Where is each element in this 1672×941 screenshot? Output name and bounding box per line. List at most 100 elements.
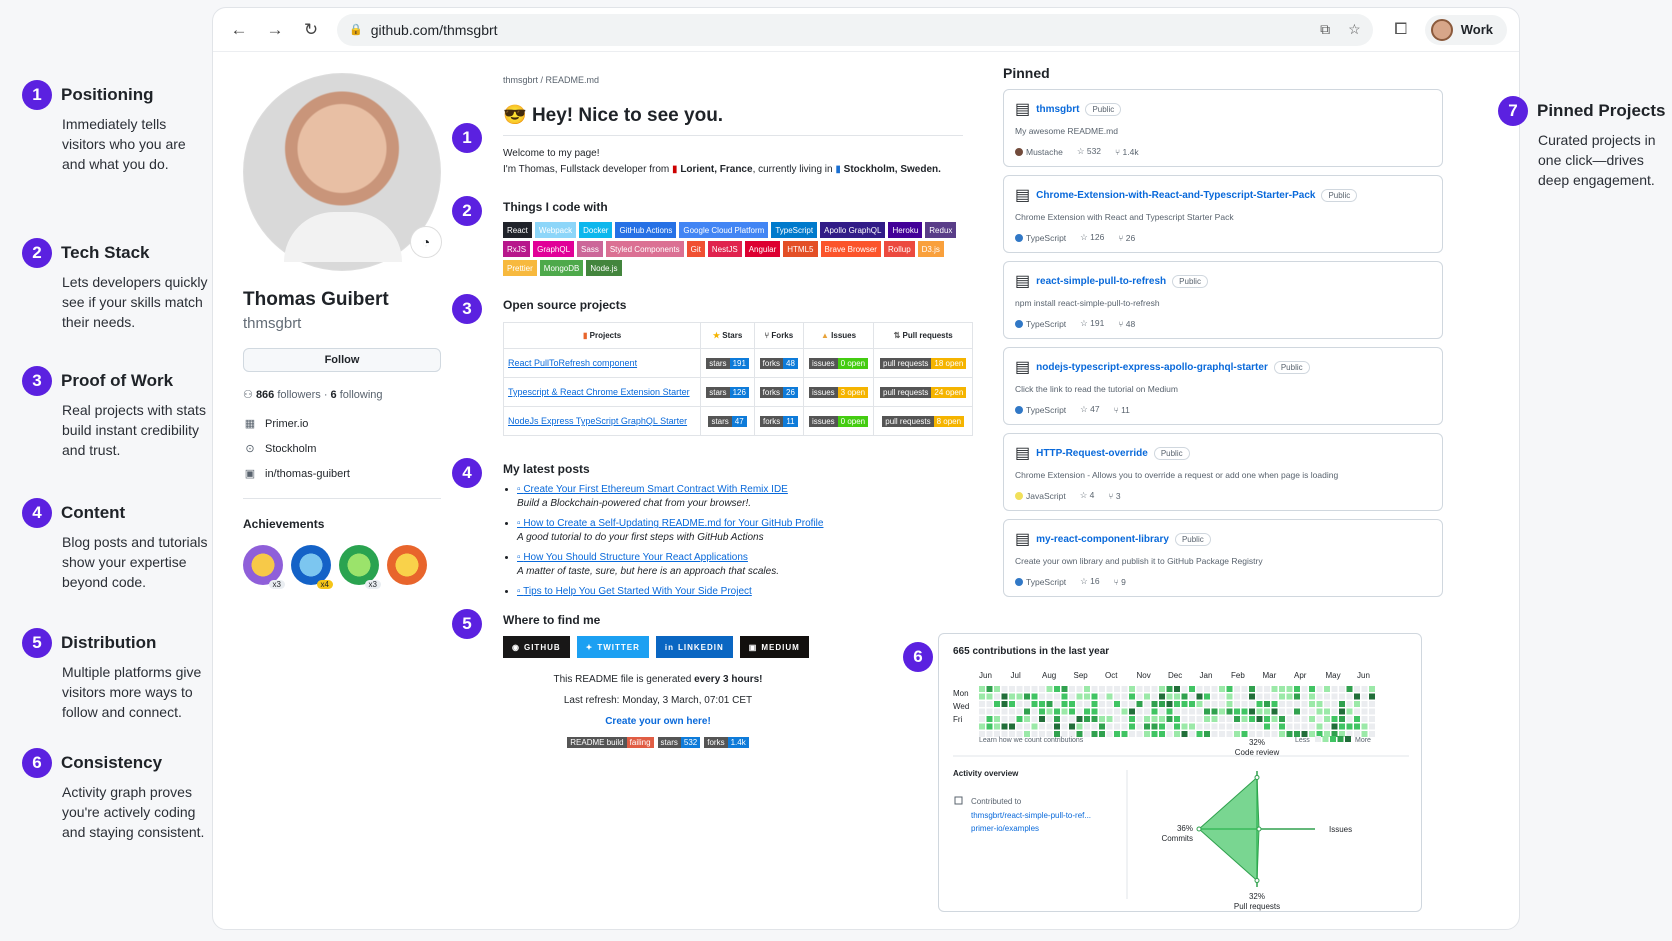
contribution-cell[interactable] — [1076, 701, 1083, 707]
repo-forks[interactable]: ⑂ 48 — [1118, 319, 1135, 329]
forward-icon[interactable]: → — [261, 16, 289, 44]
contribution-cell[interactable] — [1136, 693, 1143, 700]
contribution-cell[interactable] — [1241, 693, 1248, 700]
contribution-cell[interactable] — [1181, 723, 1188, 730]
repo-forks[interactable]: ⑂ 26 — [1118, 233, 1135, 243]
contribution-cell[interactable] — [1196, 693, 1203, 700]
follow-button[interactable]: Follow — [243, 348, 441, 372]
contribution-cell[interactable] — [1001, 708, 1008, 715]
contribution-cell[interactable] — [1309, 731, 1315, 737]
achievement-badge[interactable]: x3 — [339, 545, 381, 589]
contribution-cell[interactable] — [979, 686, 985, 692]
contribution-cell[interactable] — [1046, 723, 1053, 730]
contribution-cell[interactable] — [1024, 716, 1030, 722]
post-link[interactable]: ▫ Tips to Help You Get Started With Your… — [517, 586, 752, 597]
contribution-cell[interactable] — [1009, 716, 1015, 722]
contribution-cell[interactable] — [1309, 723, 1315, 730]
tech-badge[interactable]: Redux — [925, 222, 957, 238]
contribution-cell[interactable] — [979, 723, 985, 730]
contribution-cell[interactable] — [1106, 701, 1113, 707]
contribution-cell[interactable] — [1189, 693, 1195, 700]
contribution-cell[interactable] — [1309, 693, 1315, 700]
contribution-cell[interactable] — [1001, 686, 1008, 692]
tech-badge[interactable]: Git — [686, 241, 705, 257]
contribution-cell[interactable] — [1316, 686, 1323, 692]
contribution-cell[interactable] — [1279, 686, 1285, 692]
contribution-cell[interactable] — [1211, 731, 1218, 737]
tech-badge[interactable]: TypeScript — [771, 222, 818, 238]
contribution-cell[interactable] — [1091, 716, 1098, 722]
contribution-cell[interactable] — [1181, 708, 1188, 715]
contribution-cell[interactable] — [1324, 701, 1330, 707]
contribution-cell[interactable] — [1294, 723, 1300, 730]
repo-name-link[interactable]: nodejs-typescript-express-apollo-graphql… — [1036, 362, 1268, 373]
contributed-repo-link[interactable]: thmsgbrt/react-simple-pull-to-ref... — [971, 811, 1091, 820]
contribution-cell[interactable] — [1174, 716, 1180, 722]
contribution-cell[interactable] — [986, 693, 993, 700]
contribution-cell[interactable] — [1219, 708, 1225, 715]
contribution-cell[interactable] — [1354, 701, 1360, 707]
contribution-cell[interactable] — [979, 701, 985, 707]
contribution-cell[interactable] — [1219, 693, 1225, 700]
contribution-cell[interactable] — [1151, 716, 1158, 722]
contribution-cell[interactable] — [1346, 716, 1353, 722]
contribution-cell[interactable] — [1219, 686, 1225, 692]
repo-forks[interactable]: ⑂ 9 — [1114, 577, 1126, 587]
contribution-cell[interactable] — [1361, 693, 1368, 700]
contribution-cell[interactable] — [1211, 686, 1218, 692]
contribution-cell[interactable] — [994, 716, 1000, 722]
contribution-cell[interactable] — [1054, 686, 1060, 692]
contribution-cell[interactable] — [1346, 701, 1353, 707]
contribution-cell[interactable] — [1069, 693, 1075, 700]
contribution-cell[interactable] — [1099, 708, 1105, 715]
tech-badge[interactable]: Google Cloud Platform — [679, 222, 769, 238]
contribution-cell[interactable] — [1031, 708, 1038, 715]
contribution-cell[interactable] — [1226, 686, 1233, 692]
contribution-cell[interactable] — [1024, 723, 1030, 730]
contribution-cell[interactable] — [1234, 693, 1240, 700]
contribution-cell[interactable] — [1076, 686, 1083, 692]
contribution-cell[interactable] — [1069, 716, 1075, 722]
contribution-cell[interactable] — [1144, 716, 1150, 722]
tech-badge[interactable]: GitHub Actions — [615, 222, 677, 238]
contribution-cell[interactable] — [1174, 701, 1180, 707]
contribution-cell[interactable] — [1271, 693, 1278, 700]
contribution-cell[interactable] — [1151, 723, 1158, 730]
contribution-cell[interactable] — [1234, 686, 1240, 692]
contribution-cell[interactable] — [1331, 701, 1338, 707]
contribution-cell[interactable] — [1046, 708, 1053, 715]
stars-badge[interactable]: stars 47 — [708, 415, 747, 427]
contribution-cell[interactable] — [1279, 708, 1285, 715]
contribution-cell[interactable] — [1324, 716, 1330, 722]
contribution-cell[interactable] — [1286, 701, 1293, 707]
contribution-cell[interactable] — [1264, 716, 1270, 722]
contribution-cell[interactable] — [1121, 693, 1128, 700]
contribution-cell[interactable] — [1069, 701, 1075, 707]
repo-forks[interactable]: ⑂ 1.4k — [1115, 147, 1139, 157]
contribution-cell[interactable] — [1114, 693, 1120, 700]
tech-badge[interactable]: MongoDB — [539, 260, 584, 276]
contribution-cell[interactable] — [979, 708, 985, 715]
contribution-cell[interactable] — [1264, 723, 1270, 730]
contribution-cell[interactable] — [1016, 716, 1023, 722]
contribution-cell[interactable] — [1271, 708, 1278, 715]
social-github-button[interactable]: ◉ GITHUB — [503, 636, 570, 658]
contribution-cell[interactable] — [1324, 686, 1330, 692]
contribution-cell[interactable] — [1054, 693, 1060, 700]
contribution-cell[interactable] — [1346, 693, 1353, 700]
contribution-cell[interactable] — [1369, 686, 1375, 692]
contribution-cell[interactable] — [1099, 723, 1105, 730]
contribution-cell[interactable] — [1159, 708, 1165, 715]
contribution-cell[interactable] — [1226, 716, 1233, 722]
contribution-cell[interactable] — [1204, 686, 1210, 692]
contribution-cell[interactable] — [1016, 686, 1023, 692]
contribution-cell[interactable] — [1301, 708, 1308, 715]
tech-badge[interactable]: D3.js — [917, 241, 944, 257]
contribution-cell[interactable] — [1061, 708, 1068, 715]
contribution-cell[interactable] — [1286, 693, 1293, 700]
contribution-cell[interactable] — [1031, 701, 1038, 707]
contribution-cell[interactable] — [1271, 731, 1278, 737]
repo-name-link[interactable]: HTTP-Request-override — [1036, 448, 1148, 459]
contribution-cell[interactable] — [1256, 716, 1263, 722]
social-linkedin-button[interactable]: in LINKEDIN — [655, 636, 733, 658]
